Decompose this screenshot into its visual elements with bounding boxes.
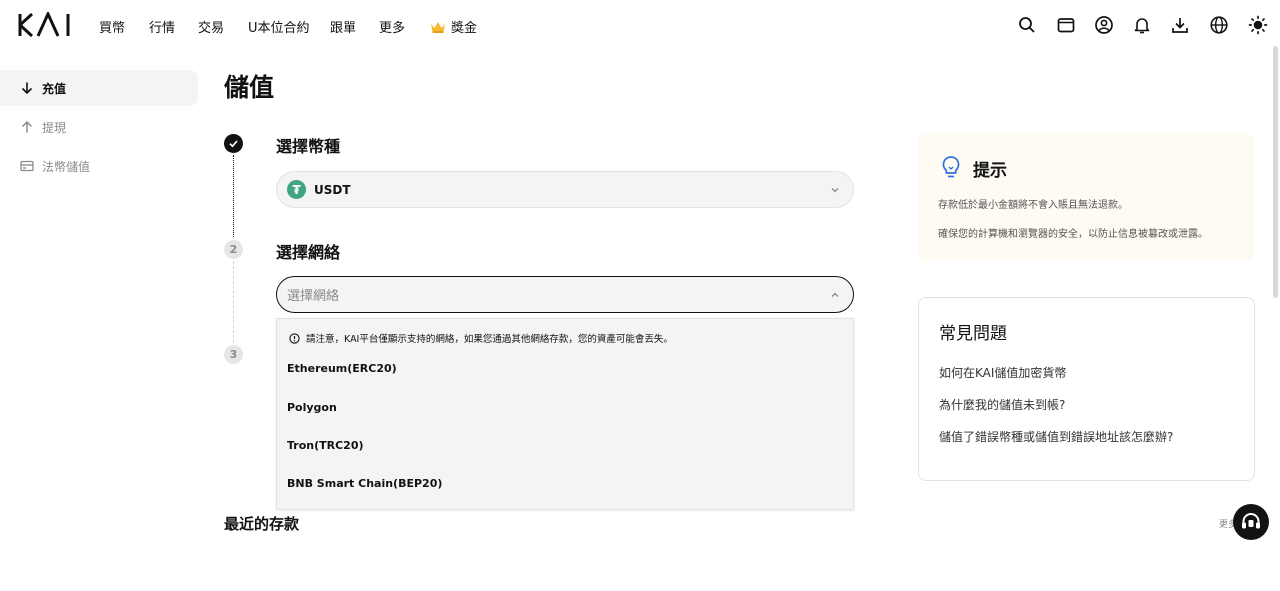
nav-rewards[interactable]: 獎金	[430, 17, 477, 36]
sidebar-item-label: 法幣儲值	[42, 159, 91, 174]
sidebar-item-fiat-deposit[interactable]: 法幣儲值	[0, 148, 198, 184]
wallet-icon[interactable]	[1056, 15, 1076, 35]
network-notice-text: 請注意，KAI平台僅顯示支持的網絡，如果您通過其他網絡存款，您的資產可能會丟失。	[306, 334, 673, 345]
headset-icon	[1242, 513, 1260, 529]
nav-trade[interactable]: 交易	[198, 17, 224, 36]
faq-panel: 常見問題 如何在KAI儲值加密貨幣 為什麼我的儲值未到帳? 儲值了錯誤幣種或儲值…	[918, 297, 1255, 481]
network-placeholder: 選擇網絡	[287, 289, 340, 304]
nav-copy-trading[interactable]: 跟單	[330, 17, 356, 36]
tips-line: 存款低於最小金額將不會入賬且無法退款。	[938, 200, 1128, 211]
coin-select[interactable]: ₮ USDT	[276, 171, 854, 208]
step-2-title: 選擇網絡	[276, 243, 341, 262]
nav-rewards-label: 獎金	[451, 21, 478, 36]
tips-line: 確保您的計算機和瀏覽器的安全，以防止信息被篡改或泄露。	[938, 229, 1208, 240]
info-icon	[289, 332, 300, 344]
network-dropdown: 請注意，KAI平台僅顯示支持的網絡，如果您通過其他網絡存款，您的資產可能會丟失。…	[276, 318, 854, 510]
card-icon	[20, 160, 34, 172]
step-connector	[233, 155, 234, 237]
tips-panel: 提示 存款低於最小金額將不會入賬且無法退款。 確保您的計算機和瀏覽器的安全，以防…	[918, 133, 1255, 261]
network-option-erc20[interactable]: Ethereum(ERC20)	[287, 362, 397, 375]
usdt-logo-icon: ₮	[287, 180, 306, 199]
step-connector	[233, 261, 234, 343]
recent-deposits-title: 最近的存款	[224, 515, 300, 533]
faq-item[interactable]: 如何在KAI儲值加密貨幣	[939, 364, 1066, 381]
user-icon[interactable]	[1094, 15, 1114, 35]
page-title: 儲值	[224, 73, 275, 102]
faq-item[interactable]: 儲值了錯誤幣種或儲值到錯誤地址該怎麼辦?	[939, 428, 1173, 445]
network-select[interactable]: 選擇網絡	[276, 276, 854, 313]
nav-markets[interactable]: 行情	[149, 17, 175, 36]
step-3-number: 3	[224, 345, 243, 364]
kai-logo[interactable]	[18, 10, 74, 38]
page-scrollbar[interactable]	[1273, 46, 1278, 298]
faq-title: 常見問題	[939, 324, 1007, 344]
tips-title: 提示	[973, 161, 1007, 181]
arrow-up-icon	[21, 120, 33, 133]
arrow-down-icon	[21, 82, 33, 95]
network-option-polygon[interactable]: Polygon	[287, 401, 337, 414]
step-2-number: 2	[224, 240, 243, 259]
chevron-up-icon	[831, 292, 839, 297]
download-icon[interactable]	[1170, 15, 1190, 35]
nav-more[interactable]: 更多	[379, 17, 405, 36]
top-nav: 買幣 行情 交易 U本位合約 跟單 更多 獎金	[0, 0, 1280, 50]
step-1-title: 選擇幣種	[276, 137, 341, 156]
sidebar-item-withdraw[interactable]: 提現	[0, 109, 198, 145]
crown-icon	[431, 21, 445, 33]
step-1-check-icon	[224, 134, 243, 153]
faq-item[interactable]: 為什麼我的儲值未到帳?	[939, 396, 1065, 413]
lightbulb-icon	[942, 156, 960, 178]
sidebar-item-label: 提現	[42, 120, 67, 135]
bell-icon[interactable]	[1132, 15, 1152, 35]
sidebar-item-label: 充值	[42, 81, 67, 96]
theme-icon[interactable]	[1248, 15, 1268, 35]
sidebar-item-deposit[interactable]: 充值	[0, 70, 198, 106]
globe-icon[interactable]	[1209, 15, 1229, 35]
chevron-down-icon	[831, 187, 839, 192]
support-chat-button[interactable]	[1233, 504, 1269, 540]
nav-usdt-futures[interactable]: U本位合約	[248, 17, 310, 36]
network-notice: 請注意，KAI平台僅顯示支持的網絡，如果您通過其他網絡存款，您的資產可能會丟失。	[289, 331, 673, 345]
selected-coin: USDT	[314, 182, 351, 197]
nav-buy-crypto[interactable]: 買幣	[99, 17, 125, 36]
network-option-bep20[interactable]: BNB Smart Chain(BEP20)	[287, 477, 442, 490]
search-icon[interactable]	[1017, 15, 1037, 35]
network-option-trc20[interactable]: Tron(TRC20)	[287, 439, 364, 452]
